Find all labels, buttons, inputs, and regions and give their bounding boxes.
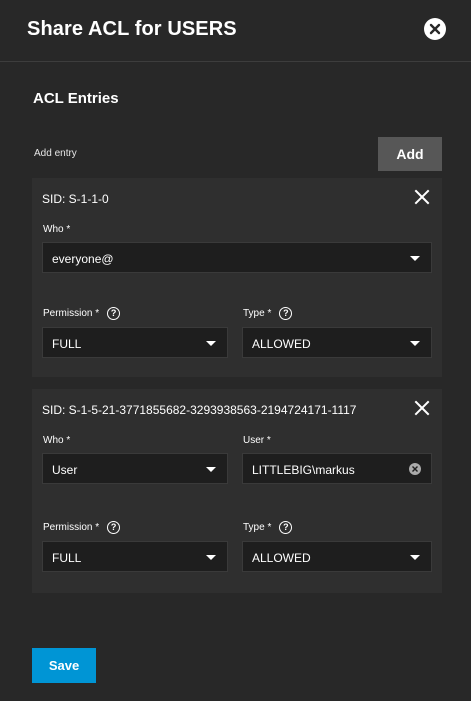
sid-label: SID: S-1-1-0	[42, 192, 109, 206]
dialog-title: Share ACL for USERS	[27, 18, 237, 40]
who-label: Who *	[43, 435, 70, 446]
add-entry-label: Add entry	[34, 148, 77, 159]
who-label-text: Who *	[43, 224, 71, 235]
user-label: User *	[243, 435, 271, 446]
who-select-value: User	[52, 463, 78, 477]
close-icon	[429, 23, 441, 35]
save-button[interactable]: Save	[32, 648, 96, 683]
type-select-value: ALLOWED	[252, 551, 311, 565]
user-label-text: User *	[243, 435, 271, 446]
remove-entry-icon	[414, 189, 430, 205]
remove-entry-button[interactable]	[414, 189, 430, 205]
acl-entry-card: SID: S-1-5-21-3771855682-3293938563-2194…	[32, 389, 442, 593]
who-select[interactable]: User	[42, 453, 228, 484]
permission-select[interactable]: FULL	[42, 541, 228, 572]
section-title: ACL Entries	[33, 90, 119, 107]
permission-select-value: FULL	[52, 551, 82, 565]
chevron-down-icon	[206, 555, 216, 560]
type-select[interactable]: ALLOWED	[242, 327, 432, 358]
chevron-down-icon	[410, 341, 420, 346]
remove-entry-button[interactable]	[414, 400, 430, 416]
permission-label: Permission * ?	[43, 307, 121, 320]
type-label-text: Type *	[243, 522, 272, 533]
help-icon[interactable]: ?	[279, 521, 293, 534]
who-select[interactable]: everyone@	[42, 242, 432, 273]
clear-x-icon	[412, 466, 418, 472]
permission-label-text: Permission *	[43, 522, 100, 533]
remove-entry-icon	[414, 400, 430, 416]
chevron-down-icon	[410, 256, 420, 261]
help-icon[interactable]: ?	[279, 307, 293, 320]
permission-label-text: Permission *	[43, 308, 100, 319]
add-entry-button[interactable]: Add	[378, 137, 442, 171]
permission-select[interactable]: FULL	[42, 327, 228, 358]
type-label: Type * ?	[243, 307, 293, 320]
close-dialog-button[interactable]	[424, 18, 446, 40]
clear-input-icon[interactable]	[409, 463, 421, 475]
type-label-text: Type *	[243, 308, 272, 319]
type-label: Type * ?	[243, 521, 293, 534]
help-icon[interactable]: ?	[107, 307, 121, 320]
dialog-header: Share ACL for USERS	[0, 0, 471, 62]
help-icon[interactable]: ?	[107, 521, 121, 534]
type-select-value: ALLOWED	[252, 337, 311, 351]
sid-label: SID: S-1-5-21-3771855682-3293938563-2194…	[42, 403, 357, 417]
who-label-text: Who *	[43, 435, 71, 446]
who-select-value: everyone@	[52, 252, 114, 266]
who-label: Who *	[43, 224, 70, 235]
chevron-down-icon	[206, 341, 216, 346]
permission-label: Permission * ?	[43, 521, 121, 534]
acl-entry-card: SID: S-1-1-0 Who * everyone@ Permission …	[32, 178, 442, 377]
user-input-value: LITTLEBIG\markus	[252, 463, 355, 477]
type-select[interactable]: ALLOWED	[242, 541, 432, 572]
user-input[interactable]: LITTLEBIG\markus	[242, 453, 432, 484]
chevron-down-icon	[410, 555, 420, 560]
chevron-down-icon	[206, 467, 216, 472]
permission-select-value: FULL	[52, 337, 82, 351]
